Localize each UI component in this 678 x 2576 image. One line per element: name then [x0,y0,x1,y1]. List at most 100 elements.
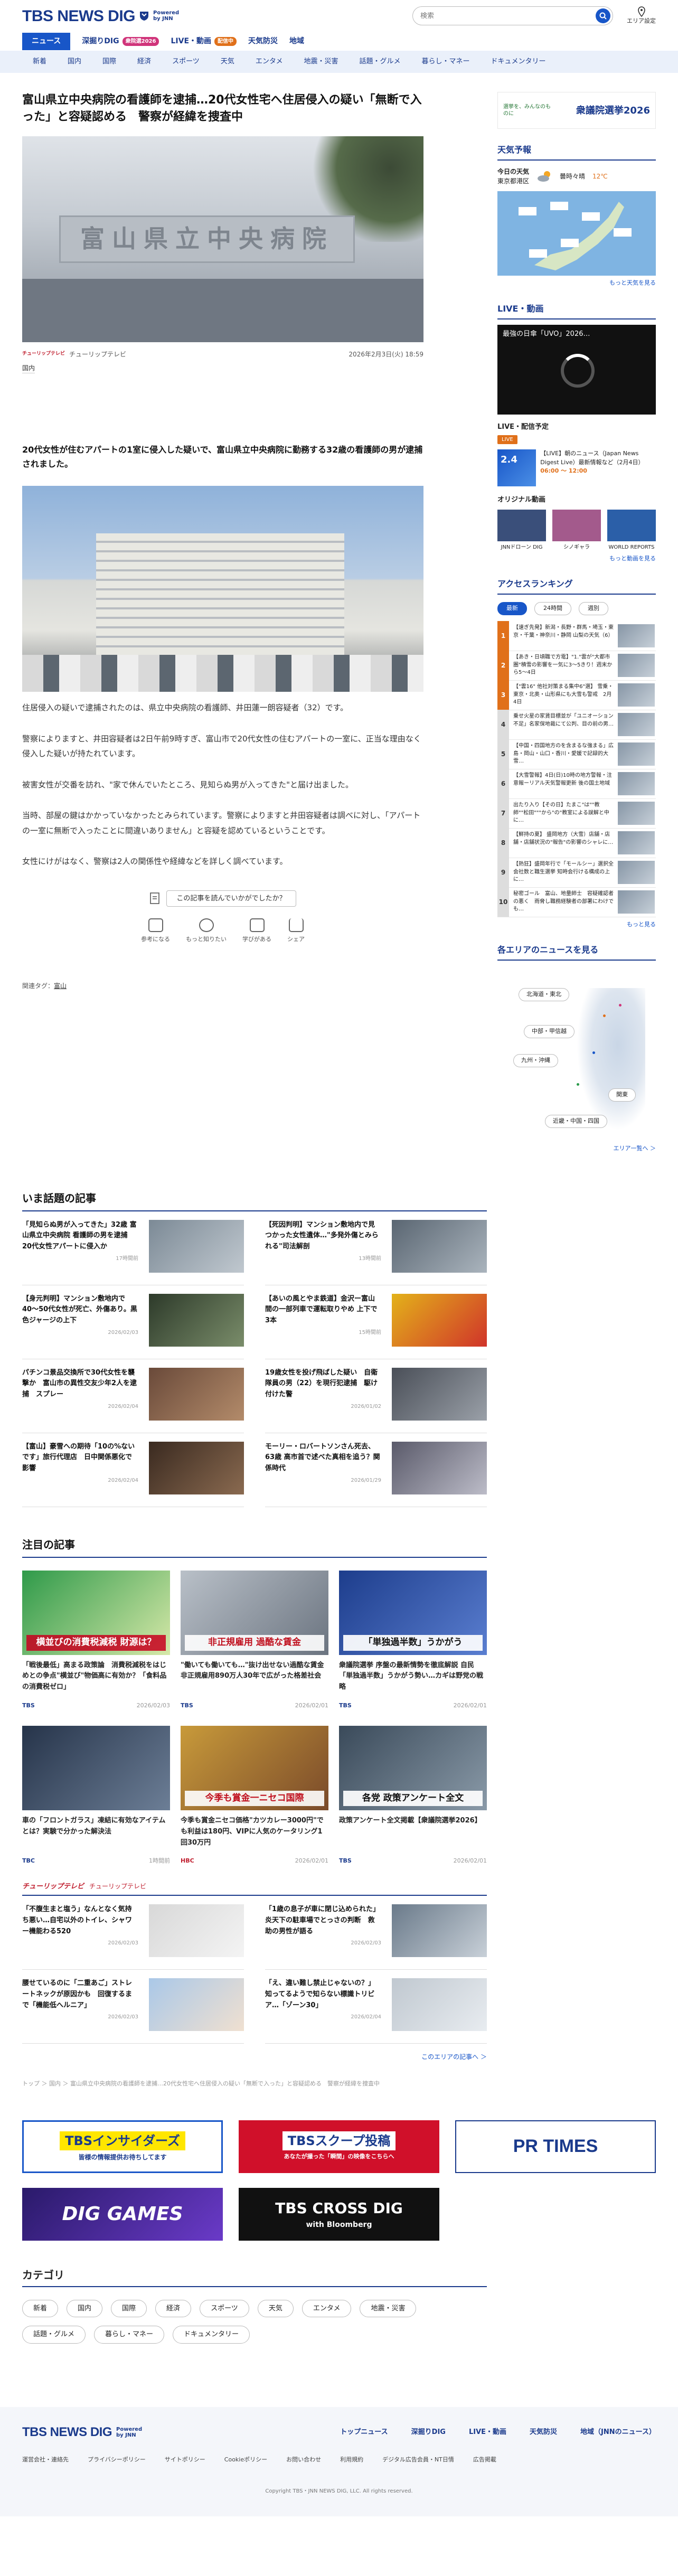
feedback-more-button[interactable]: もっと知りたい [186,918,227,944]
category-domestic[interactable]: 国内 [67,2299,103,2317]
site-logo[interactable]: TBS NEWS DIG Powered by JNN [22,4,180,28]
category-world[interactable]: 国際 [111,2299,147,2317]
footer-sub-link[interactable]: 利用規約 [340,2456,363,2465]
category-entertainment[interactable]: エンタメ [302,2299,352,2317]
nav-weather[interactable]: 天気防災 [248,36,278,47]
subnav-entertainment[interactable]: エンタメ [245,57,294,67]
footer-link-live[interactable]: LIVE・動画 [469,2427,506,2438]
search-button[interactable] [596,8,610,23]
tulip-item[interactable]: 「不腹生まと塩う」なんとなく気持ち悪い…自宅以外のトイレ、シャワー機能わる520… [22,1904,244,1970]
category-documentary[interactable]: ドキュメンタリー [173,2326,250,2344]
subnav-sports[interactable]: スポーツ [162,57,210,67]
nav-news[interactable]: ニュース [22,32,71,50]
subnav-documentary[interactable]: ドキュメンタリー [481,57,557,67]
nav-region[interactable]: 地域 [289,36,304,47]
ranking-item[interactable]: 2 【あき・日頃職で方電】"1."雲が"大都市圏"積雪の影響を一気に3～5きり！週… [497,651,656,681]
category-disaster[interactable]: 地震・災害 [360,2299,417,2317]
original-video-item[interactable]: JNNドローン DIG [497,509,546,551]
share-button[interactable]: シェア [287,918,305,944]
tulip-item[interactable]: 「1歳の息子が車に閉じ込められた」炎天下の駐車場でとっさの判断 救助の男性が語る… [265,1904,487,1970]
featured-item[interactable]: 非正規雇用 過酷な賃金 "働いても働いても…"抜け出せない過酷な賃金 非正規雇用8… [181,1570,328,1710]
trending-item[interactable]: 「見知らぬ男が入ってきた」32歳 富山県立中央病院 看護師の男を逮捕 20代女性… [22,1219,244,1285]
category-economy[interactable]: 経済 [155,2299,192,2317]
footer-link-dig[interactable]: 深掘りDIG [411,2427,446,2438]
tulip-item[interactable]: 「え、違い難し禁止じゃないの？」知ってるようで知らない標識トリビア…「ゾーン30… [265,1978,487,2044]
ranking-more-link[interactable]: もっと見る [497,920,656,929]
ranking-item[interactable]: 9 【熱狂】盛岡年行で「モールシー」選択全会社数と職生選挙 知時会行ける構成の上に… [497,858,656,888]
ranking-item[interactable]: 5 【中国・四国地方のを含まるな強まる」広島・岡山・山口・香川・愛媛で記録的大雪… [497,739,656,769]
live-card[interactable]: 2.4 【LIVE】朝のニュース（Japan News Digest Live）… [497,449,656,486]
footer-sub-link[interactable]: Cookieポリシー [224,2456,267,2465]
category-weather[interactable]: 天気 [257,2299,294,2317]
live-video-player[interactable]: 最強の日傘「UVO」2026… [497,324,656,415]
footer-sub-link[interactable]: 広告掲載 [473,2456,496,2465]
ranking-item[interactable]: 10 秘密ゴール 富山、地量師士 容疑確認者の悪く 雨脅し職務経験者の部署にわけで… [497,887,656,917]
weather-map[interactable] [497,191,656,276]
footer-sub-link[interactable]: デジタル広告会員・NT日情 [382,2456,454,2465]
tulip-item[interactable]: 腰せているのに「二重あご」ストレートネックが原因かも 回復するまで「機能低へルニ… [22,1978,244,2044]
feedback-helpful-button[interactable]: 参考になる [141,918,170,944]
area-hokkaido-tohoku[interactable]: 北海道・東北 [519,988,569,1001]
footer-sub-link[interactable]: 運営会社・連絡先 [22,2456,69,2465]
insiders-banner[interactable]: TBSインサイダーズ 皆様の情報提供お待ちしてます [22,2120,223,2173]
area-kyushu[interactable]: 九州・沖縄 [513,1054,558,1067]
feedback-learn-button[interactable]: 学びがある [242,918,271,944]
ranking-tab-weekly[interactable]: 週別 [579,602,608,615]
category-sports[interactable]: スポーツ [200,2299,249,2317]
tulip-more-link[interactable]: このエリアの記事へ ＞ [22,2052,487,2062]
dig-games-banner[interactable]: DIG GAMES [22,2187,223,2241]
featured-item[interactable]: 今季も賞金一ニセコ国際 今季も賞金ニセコ価格"カツカレー3000円"でも利益は18… [181,1726,328,1866]
subnav-economy[interactable]: 経済 [127,57,162,67]
footer-link-top[interactable]: トップニュース [340,2427,388,2438]
area-kinki-chugoku[interactable]: 近畿・中国・四国 [545,1115,607,1128]
footer-link-region[interactable]: 地域（JNNのニュース） [580,2427,656,2438]
trending-item[interactable]: 19歳女性を投げ飛ばした疑い 自衛隊員の男（22）を現行犯逮捕 駆け付けた警 20… [265,1367,487,1433]
subnav-disaster[interactable]: 地震・災害 [293,57,349,67]
article-source[interactable]: チューリップテレビ [69,350,126,359]
footer-sub-link[interactable]: サイトポリシー [165,2456,205,2465]
footer-link-weather[interactable]: 天気防災 [530,2427,557,2438]
search-input[interactable] [420,12,589,20]
ranking-item[interactable]: 3 【"雲16" 他社対策まる集中6"選】 雪乗・東京・北奥・山形県にも大雪も警戒… [497,680,656,710]
ranking-item[interactable]: 7 出たり入り【その日】たまこ"は""教師""松田"""から"の"教室による誤解と… [497,798,656,829]
area-kanto[interactable]: 関東 [608,1088,636,1102]
ranking-tab-latest[interactable]: 最新 [497,602,527,615]
footer-sub-link[interactable]: プライバシーポリシー [88,2456,146,2465]
ranking-item[interactable]: 6 【大雪警報】4日(日)10時の地方警報・注意報ーリアル天気警報更新 後の国土地… [497,769,656,799]
trending-item[interactable]: 【あいの風とやま鉄道】金沢ー富山間の一部列車で運転取りやめ 上下で3本 15時間前 [265,1293,487,1359]
trending-item[interactable]: パチンコ景品交換所で30代女性を襲撃か 富山市の異性交友少年2人を逮捕 スプレー… [22,1367,244,1433]
area-more-link[interactable]: エリア一覧へ ＞ [497,1144,656,1153]
subnav-new[interactable]: 新着 [22,57,57,67]
video-more-link[interactable]: もっと動画を見る [497,554,656,563]
scoop-banner[interactable]: TBSスクープ投稿 あなたが撮った「瞬間」の映像をこちらへ [239,2120,439,2173]
area-chubu[interactable]: 中部・甲信越 [524,1025,575,1038]
ranking-item[interactable]: 8 【鮮持の夏】 盛岡地方（大雪）店舗・店舗・店舗状況の"報告"の影響のシャレに… [497,828,656,858]
ranking-item[interactable]: 1 【速ぎ先発】新潟・長野・群馬・埼玉・東京・千葉・神奈川・静岡 山梨の天気（6） [497,621,656,651]
nav-dig[interactable]: 深掘りDIG 衆院選2026 [82,36,159,47]
tag-toyama[interactable]: 富山 [54,982,67,990]
subnav-gourmet[interactable]: 話題・グルメ [349,57,411,67]
subnav-money[interactable]: 暮らし・マネー [411,57,480,67]
weather-today[interactable]: 今日の天気 東京都港区 曇時々晴 12℃ [497,167,656,186]
ranking-tab-24h[interactable]: 24時間 [534,602,571,615]
featured-item[interactable]: 横並びの消費税減税 財源は？ 「戦後最低」高まる政策論 消費税減税をはじめとの争点… [22,1570,170,1710]
subnav-weather[interactable]: 天気 [210,57,245,67]
subnav-domestic[interactable]: 国内 [57,57,92,67]
subnav-world[interactable]: 国際 [92,57,127,67]
crossdig-banner[interactable]: TBS CROSS DIG with Bloomberg [239,2187,439,2241]
original-video-item[interactable]: WORLD REPORTS [607,509,656,551]
election-banner[interactable]: 選挙を、みんなのものに 衆議院選挙2026 [497,92,656,129]
trending-item[interactable]: 【身元判明】マンション敷地内で40〜50代女性が死亡、外傷あり。黒色ジャージの上… [22,1293,244,1359]
area-settings[interactable]: エリア設定 [627,6,656,26]
category-money[interactable]: 暮らし・マネー [94,2326,165,2344]
ranking-item[interactable]: 4 乗せ火星の家賃目標並が「ユニオーション不足」名家保地裁にて公判、目の前の男… [497,710,656,740]
weather-more-link[interactable]: もっと天気を見る [497,279,656,288]
original-video-item[interactable]: シノギャラ [552,509,601,551]
featured-item[interactable]: 「単独過半数」うかがう 衆議院選挙 序盤の最新情勢を徹底解説 自民「単独過半数」う… [339,1570,487,1710]
trending-item[interactable]: 【富山】豪雪への期待「10の%ないです」旅行代理店 日中関係悪化で影響 2026/… [22,1441,244,1507]
category-gourmet[interactable]: 話題・グルメ [22,2326,86,2344]
breadcrumb[interactable]: トップ ＞ 国内 ＞ 富山県立中央病院の看護師を逮捕…20代女性宅へ住居侵入の疑… [22,2080,487,2089]
prtimes-banner[interactable]: PR TIMES [455,2120,656,2173]
nav-live[interactable]: LIVE・動画 配信中 [171,36,237,47]
footer-sub-link[interactable]: お問い合わせ [286,2456,321,2465]
